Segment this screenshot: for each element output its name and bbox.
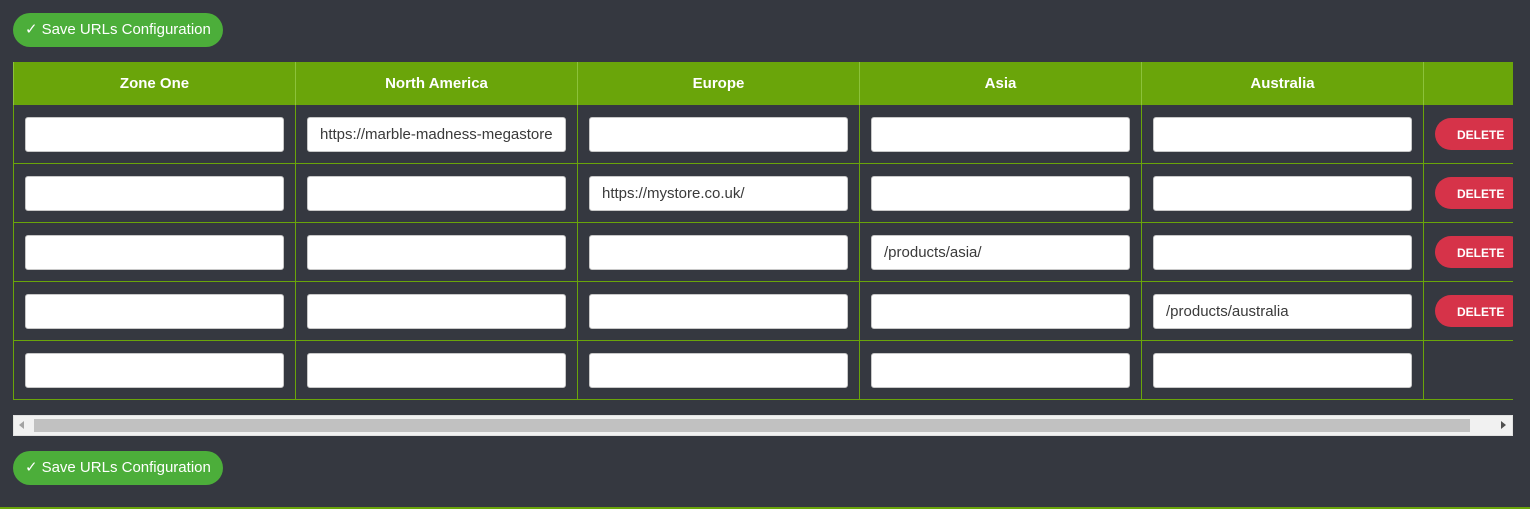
url-input-australia[interactable] (1153, 234, 1412, 270)
url-input-europe[interactable] (589, 293, 848, 329)
url-cell-europe (577, 163, 860, 223)
url-input-north-america[interactable] (307, 234, 566, 270)
url-cell-asia (859, 222, 1142, 282)
url-cell-europe (577, 281, 860, 341)
url-cell-north-america (295, 163, 578, 223)
url-cell-australia (1141, 281, 1424, 341)
url-cell-north-america (295, 281, 578, 341)
url-input-australia[interactable] (1153, 116, 1412, 152)
url-cell-zone-one (13, 340, 296, 400)
delete-row-button[interactable]: DELETE (1435, 177, 1513, 209)
url-input-zone-one[interactable] (25, 293, 284, 329)
scrollbar-thumb[interactable] (34, 419, 1470, 432)
url-cell-asia (859, 104, 1142, 164)
delete-row-button[interactable]: DELETE (1435, 118, 1513, 150)
url-cell-zone-one (13, 281, 296, 341)
action-cell: DELETE (1423, 104, 1513, 164)
action-cell (1423, 340, 1513, 400)
url-input-europe[interactable] (589, 352, 848, 388)
save-button-label: Save URLs Configuration (41, 21, 211, 38)
save-urls-button-top[interactable]: ✓ Save URLs Configuration (13, 13, 223, 47)
url-input-asia[interactable] (871, 175, 1130, 211)
table-header-row: Zone One North America Europe Asia Austr… (13, 62, 1513, 105)
url-input-zone-one[interactable] (25, 352, 284, 388)
url-input-asia[interactable] (871, 352, 1130, 388)
url-cell-europe (577, 340, 860, 400)
table-row: DELETE (13, 104, 1513, 164)
url-input-europe[interactable] (589, 234, 848, 270)
check-icon: ✓ (25, 459, 38, 476)
url-cell-europe (577, 222, 860, 282)
url-input-asia[interactable] (871, 293, 1130, 329)
action-cell: DELETE (1423, 281, 1513, 341)
url-cell-europe (577, 104, 860, 164)
url-input-australia[interactable] (1153, 293, 1412, 329)
url-cell-zone-one (13, 104, 296, 164)
url-cell-zone-one (13, 163, 296, 223)
url-cell-asia (859, 281, 1142, 341)
url-cell-north-america (295, 340, 578, 400)
table-row: DELETE (13, 281, 1513, 341)
url-cell-australia (1141, 163, 1424, 223)
url-input-north-america[interactable] (307, 116, 566, 152)
column-header-zone-one: Zone One (13, 62, 296, 105)
column-header-australia: Australia (1141, 62, 1424, 105)
url-cell-north-america (295, 104, 578, 164)
url-input-australia[interactable] (1153, 352, 1412, 388)
column-header-asia: Asia (859, 62, 1142, 105)
url-input-zone-one[interactable] (25, 175, 284, 211)
url-cell-australia (1141, 340, 1424, 400)
urls-table-scroll-area: Zone One North America Europe Asia Austr… (13, 62, 1513, 402)
url-input-north-america[interactable] (307, 352, 566, 388)
urls-table: Zone One North America Europe Asia Austr… (13, 62, 1513, 400)
column-header-north-america: North America (295, 62, 578, 105)
table-row: DELETE (13, 222, 1513, 282)
horizontal-scrollbar[interactable] (13, 415, 1513, 436)
url-cell-australia (1141, 222, 1424, 282)
check-icon: ✓ (25, 21, 38, 38)
save-urls-button-bottom[interactable]: ✓ Save URLs Configuration (13, 451, 223, 485)
table-body: DELETE DELETE DELETE DELETE (13, 104, 1513, 400)
url-input-zone-one[interactable] (25, 116, 284, 152)
delete-row-button[interactable]: DELETE (1435, 236, 1513, 268)
url-input-europe[interactable] (589, 116, 848, 152)
url-cell-australia (1141, 104, 1424, 164)
table-row (13, 340, 1513, 400)
column-header-actions (1423, 62, 1513, 105)
action-cell: DELETE (1423, 222, 1513, 282)
url-input-asia[interactable] (871, 116, 1130, 152)
save-button-label: Save URLs Configuration (41, 459, 211, 476)
chevron-right-icon[interactable] (1501, 421, 1506, 429)
url-input-australia[interactable] (1153, 175, 1412, 211)
column-header-europe: Europe (577, 62, 860, 105)
url-input-north-america[interactable] (307, 175, 566, 211)
delete-row-button[interactable]: DELETE (1435, 295, 1513, 327)
url-input-asia[interactable] (871, 234, 1130, 270)
url-input-zone-one[interactable] (25, 234, 284, 270)
url-input-europe[interactable] (589, 175, 848, 211)
action-cell: DELETE (1423, 163, 1513, 223)
page: ✓ Save URLs Configuration Zone One North … (0, 0, 1530, 509)
url-cell-zone-one (13, 222, 296, 282)
url-cell-north-america (295, 222, 578, 282)
url-cell-asia (859, 163, 1142, 223)
table-row: DELETE (13, 163, 1513, 223)
url-cell-asia (859, 340, 1142, 400)
chevron-left-icon[interactable] (19, 421, 24, 429)
url-input-north-america[interactable] (307, 293, 566, 329)
